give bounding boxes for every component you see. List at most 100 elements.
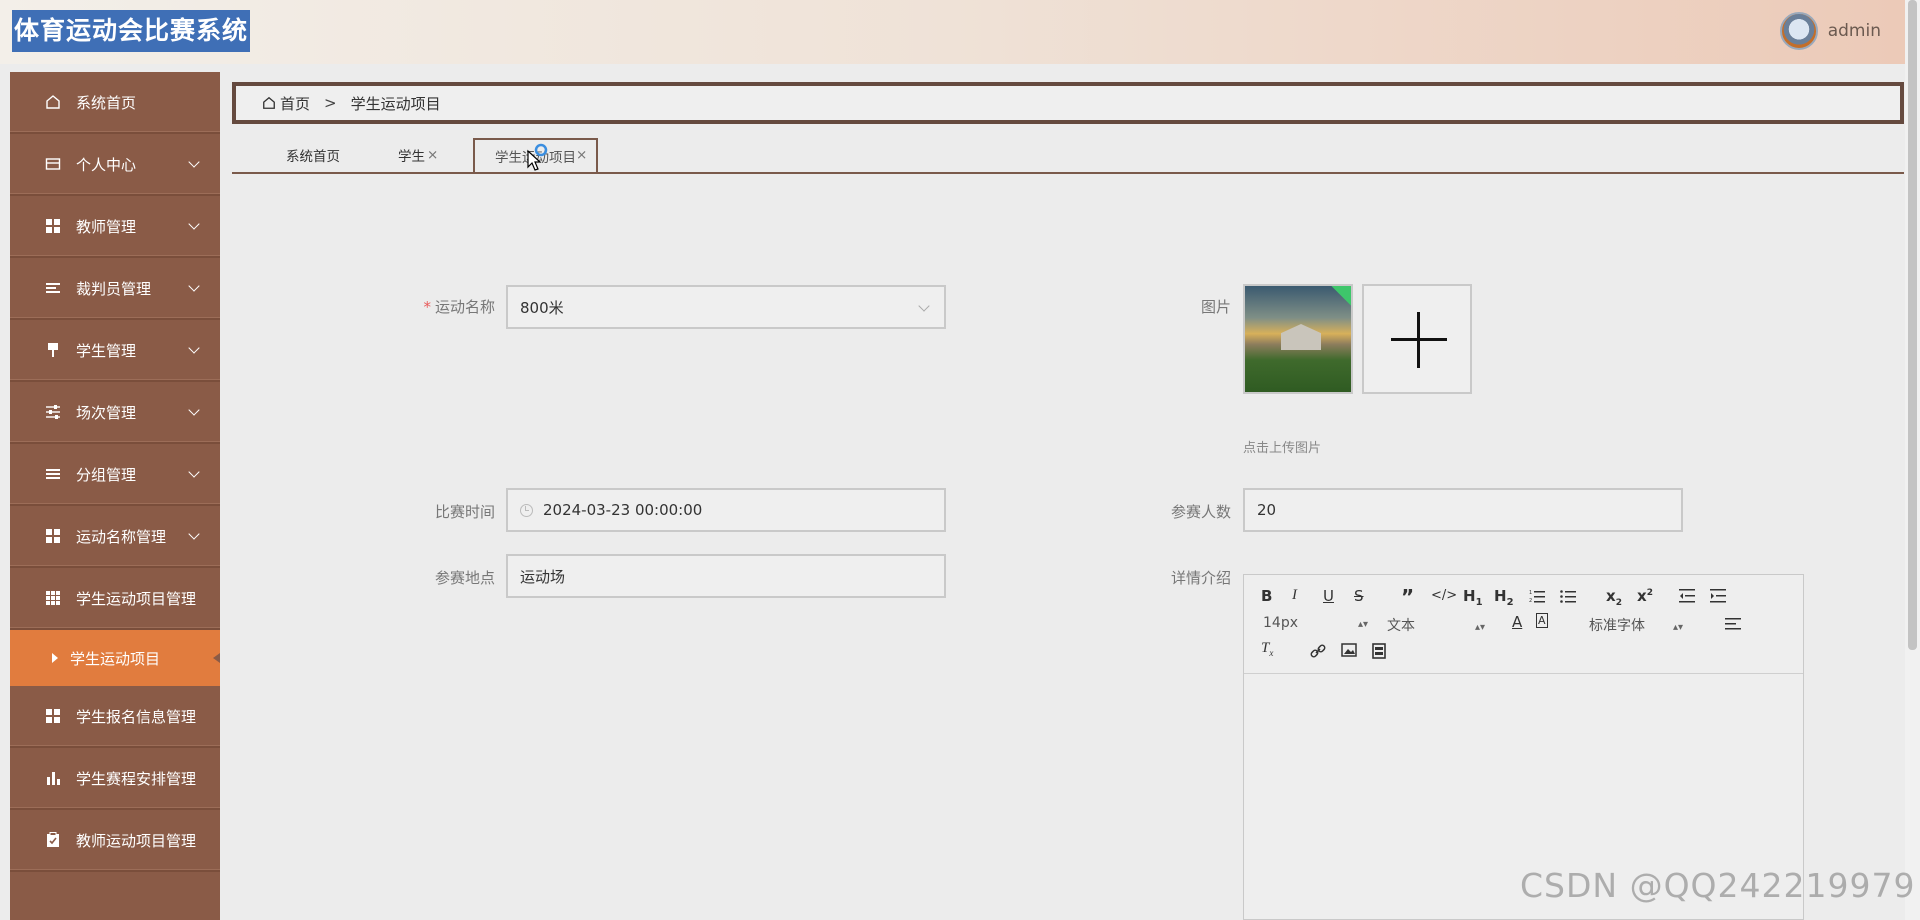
sidebar-item-teacher[interactable]: 教师管理 (10, 196, 220, 258)
breadcrumb-current: 学生运动项目 (350, 94, 441, 113)
select-value: 文本 (1387, 618, 1415, 634)
page-scrollbar[interactable] (1905, 0, 1920, 920)
sidebar-item-group[interactable]: 分组管理 (10, 444, 220, 506)
participants-label: 参赛人数 (1170, 503, 1231, 521)
list-icon (44, 465, 62, 483)
bold-icon[interactable]: B (1261, 587, 1272, 605)
strikethrough-icon[interactable]: S (1354, 587, 1364, 605)
breadcrumb: 首页 > 学生运动项目 (232, 82, 1904, 124)
font-color-icon[interactable]: A (1512, 613, 1522, 631)
block-type-select[interactable]: 文本 ▴▾ (1387, 615, 1485, 635)
user-name[interactable]: admin (1828, 21, 1881, 41)
input-value: 运动场 (520, 567, 566, 586)
tab-close-wrap: × (574, 138, 587, 172)
sidebar-item-label: 个人中心 (76, 155, 137, 174)
sidebar-item-teacher-sport[interactable]: 教师运动项目管理 (10, 810, 220, 872)
sidebar-item-label: 运动名称管理 (76, 527, 167, 546)
sidebar-item-label: 系统首页 (76, 93, 137, 112)
app-title: 体育运动会比赛系统 (12, 10, 251, 52)
venue-input[interactable]: 运动场 (506, 554, 946, 598)
subscript-icon[interactable]: x2 (1606, 587, 1622, 608)
sidebar-item-label: 学生赛程安排管理 (76, 769, 197, 788)
tab-home[interactable]: 系统首页 (286, 138, 340, 172)
heading-2-icon[interactable]: H2 (1494, 587, 1514, 608)
sidebar-item-personal-center[interactable]: 个人中心 (10, 134, 220, 196)
svg-text:1: 1 (1529, 590, 1532, 596)
date-value: 2024-03-23 00:00:00 (543, 501, 703, 519)
align-icon[interactable] (1725, 617, 1741, 631)
chevron-down-icon (188, 404, 200, 416)
close-icon[interactable]: × (576, 147, 587, 163)
match-time-picker[interactable]: 2024-03-23 00:00:00 (506, 488, 946, 532)
tab-label: 学生 (398, 149, 425, 165)
upload-hint: 点击上传图片 (1243, 441, 1322, 456)
sidebar-item-label: 学生运动项目管理 (76, 589, 197, 608)
sidebar-item-label: 学生报名信息管理 (76, 707, 197, 726)
image-icon[interactable] (1341, 643, 1357, 657)
scrollbar-thumb[interactable] (1908, 0, 1917, 650)
outdent-icon[interactable] (1679, 589, 1695, 603)
uploaded-image-thumbnail[interactable] (1243, 284, 1353, 394)
sidebar-item-label: 裁判员管理 (76, 279, 152, 298)
upload-image-button[interactable] (1362, 284, 1472, 394)
code-block-icon[interactable]: </> (1431, 588, 1457, 603)
card-icon (44, 155, 62, 173)
sidebar-item-sport-name[interactable]: 运动名称管理 (10, 506, 220, 568)
required-mark: * (423, 298, 431, 316)
sidebar-subitem-student-sport[interactable]: 学生运动项目 (10, 630, 220, 686)
font-size-select[interactable]: 14px ▴▾ (1263, 615, 1368, 631)
blockquote-icon[interactable]: ” (1401, 585, 1414, 609)
chevron-down-icon (188, 156, 200, 168)
sport-name-select[interactable]: 800米 (506, 285, 946, 329)
sport-name-label: * 运动名称 (375, 296, 495, 317)
plus-icon (1417, 312, 1420, 368)
tab-student[interactable]: 学生 × (398, 138, 438, 172)
indent-icon[interactable] (1710, 589, 1726, 603)
user-menu[interactable]: admin (1779, 12, 1881, 50)
chevron-down-icon (188, 466, 200, 478)
list-icon (44, 279, 62, 297)
superscript-icon[interactable]: x2 (1637, 587, 1653, 605)
editor-toolbar: B I U S ” </> H1 H2 12 x2 x2 14px ▴▾ 文本 ▴▾… (1244, 575, 1803, 674)
tab-label: 系统首页 (286, 149, 340, 165)
italic-icon[interactable]: I (1292, 587, 1297, 604)
font-family-select[interactable]: 标准字体 ▴▾ (1589, 615, 1683, 635)
sidebar-item-referee[interactable]: 裁判员管理 (10, 258, 220, 320)
bullet-list-icon[interactable] (1560, 589, 1576, 603)
sidebar-item-session[interactable]: 场次管理 (10, 382, 220, 444)
grid-icon (44, 707, 62, 725)
sidebar-item-home[interactable]: 系统首页 (10, 72, 220, 134)
close-icon[interactable]: × (427, 147, 438, 163)
sidebar-subitem-label: 学生运动项目 (70, 649, 161, 668)
link-icon[interactable] (1310, 643, 1326, 659)
sidebar-item-student-sport[interactable]: 学生运动项目管理 (10, 568, 220, 630)
sidebar-item-label: 场次管理 (76, 403, 137, 422)
select-value: 14px (1263, 615, 1298, 631)
sliders-icon (44, 403, 62, 421)
active-pointer-icon (213, 653, 220, 663)
heading-1-icon[interactable]: H1 (1463, 587, 1483, 608)
sidebar-item-student[interactable]: 学生管理 (10, 320, 220, 382)
sidebar-item-schedule[interactable]: 学生赛程安排管理 (10, 748, 220, 810)
clear-format-icon[interactable]: Tx (1261, 640, 1273, 658)
sidebar-item-label: 分组管理 (76, 465, 137, 484)
watermark: CSDN @QQ242219979 (1520, 866, 1916, 905)
sidebar-item-registration[interactable]: 学生报名信息管理 (10, 686, 220, 748)
table-icon (44, 589, 62, 607)
participants-input[interactable]: 20 (1243, 488, 1683, 532)
underline-icon[interactable]: U (1323, 587, 1334, 605)
select-value: 800米 (520, 298, 564, 317)
avatar[interactable] (1779, 12, 1818, 50)
breadcrumb-separator: > (324, 94, 337, 112)
breadcrumb-home[interactable]: 首页 (280, 93, 310, 114)
video-icon[interactable] (1372, 643, 1386, 659)
caret-right-icon (52, 653, 58, 663)
match-time-label: 比赛时间 (434, 503, 495, 521)
sidebar-item-label: 学生管理 (76, 341, 137, 360)
select-value: 标准字体 (1589, 618, 1645, 634)
sidebar-item-label: 教师管理 (76, 217, 137, 236)
venue-label: 参赛地点 (434, 569, 495, 587)
ordered-list-icon[interactable]: 12 (1529, 589, 1545, 603)
background-color-icon[interactable]: A (1536, 613, 1548, 628)
updown-icon: ▴▾ (1358, 619, 1369, 630)
